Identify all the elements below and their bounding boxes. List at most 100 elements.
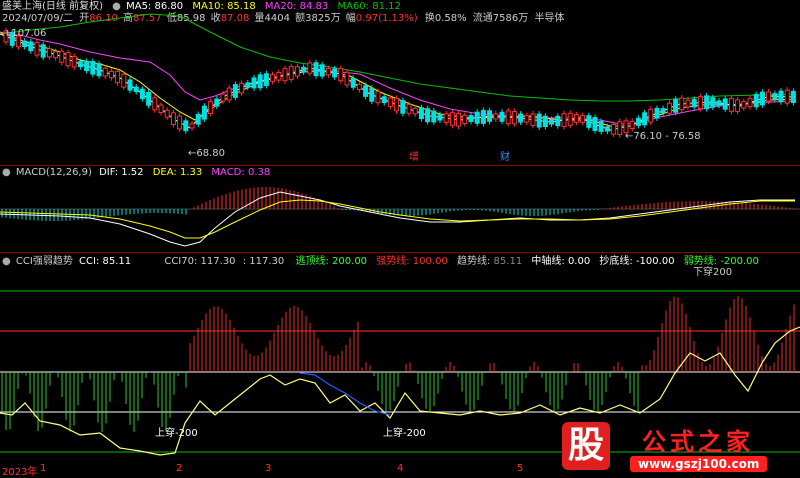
candle <box>648 106 654 126</box>
macd-histogram <box>1 187 795 221</box>
candle <box>567 110 573 129</box>
candle <box>449 109 455 129</box>
candle <box>474 109 480 127</box>
cci-blue-line <box>299 372 391 416</box>
candle <box>288 63 294 83</box>
candle <box>673 96 679 116</box>
candle <box>208 98 214 117</box>
candle <box>22 38 28 50</box>
candle <box>400 97 406 117</box>
candle <box>530 111 536 129</box>
candle <box>46 45 52 60</box>
candle <box>747 95 753 110</box>
candle <box>239 80 245 96</box>
candle <box>642 109 648 128</box>
candle <box>276 69 282 84</box>
candle <box>722 95 728 113</box>
candle <box>115 68 121 86</box>
candle <box>152 94 158 113</box>
candle <box>580 112 586 126</box>
candle <box>635 115 641 129</box>
candle <box>251 74 257 91</box>
candle <box>518 111 524 126</box>
candle <box>375 88 381 106</box>
candle <box>170 109 176 128</box>
range-marker: ←76.10 - 76.58 <box>625 131 701 142</box>
candle <box>127 76 133 94</box>
candle <box>270 71 276 85</box>
dea-line <box>0 199 795 239</box>
x-month-5: 5 <box>517 463 524 474</box>
candle <box>629 118 635 132</box>
price-chart[interactable]: +107.06 ←68.80 ←76.10 - 76.58 增 财 <box>0 0 800 165</box>
x-month-3: 3 <box>265 463 272 474</box>
candle <box>431 108 437 125</box>
cross-up-200-a: 上穿-200 <box>155 426 198 439</box>
tag-cai: 财 <box>500 150 510 163</box>
cross-up-200-b: 上穿-200 <box>383 426 426 439</box>
candle <box>133 84 139 95</box>
candle <box>121 71 127 91</box>
candle <box>524 112 530 126</box>
logo-title: 公式之家 <box>642 428 754 456</box>
candle <box>691 96 697 110</box>
macd-chart[interactable] <box>0 166 800 251</box>
x-month-4: 4 <box>397 463 404 474</box>
candle <box>505 107 511 127</box>
candle <box>716 97 722 109</box>
candle <box>462 112 468 127</box>
candle <box>307 59 313 77</box>
candle <box>34 39 40 59</box>
x-month-2: 2 <box>176 463 183 474</box>
candle <box>158 102 164 116</box>
candle <box>301 64 307 76</box>
candle <box>344 69 350 88</box>
watermark-logo: 股 公式之家 www.gszj100.com <box>560 422 796 472</box>
candle <box>493 110 499 122</box>
candle <box>71 53 77 70</box>
candle <box>282 65 288 84</box>
candle <box>679 95 685 113</box>
candle <box>164 107 170 121</box>
candle <box>108 68 114 81</box>
candle <box>369 85 375 105</box>
candle <box>617 118 623 138</box>
candle <box>96 60 102 79</box>
candle <box>542 113 548 130</box>
logo-url: www.gszj100.com <box>630 456 768 472</box>
candle <box>183 117 189 134</box>
candle <box>666 100 672 117</box>
candle <box>784 87 790 107</box>
candle <box>59 48 65 66</box>
candle <box>555 113 561 129</box>
candle <box>356 81 362 93</box>
logo-char: 股 <box>562 422 610 470</box>
candle <box>697 93 703 112</box>
candles <box>3 27 796 138</box>
candle <box>790 88 796 106</box>
candle <box>499 109 505 125</box>
candle <box>139 86 145 102</box>
candle <box>480 107 486 127</box>
candle <box>592 114 598 134</box>
candle <box>214 96 220 110</box>
candle <box>443 110 449 126</box>
candle <box>418 104 424 122</box>
candle <box>338 65 344 84</box>
candle <box>263 70 269 89</box>
candle <box>586 112 592 131</box>
candle <box>65 49 71 69</box>
candle <box>511 108 517 127</box>
candle <box>412 105 418 117</box>
candle <box>350 75 356 91</box>
candle <box>201 103 207 123</box>
candle <box>195 111 201 128</box>
x-year: 2023年 <box>2 467 38 478</box>
candle <box>778 88 784 105</box>
candle <box>28 38 34 54</box>
candle <box>456 110 462 129</box>
candle <box>381 93 387 106</box>
candle <box>468 112 474 125</box>
candle <box>294 63 300 79</box>
candle <box>102 65 108 79</box>
